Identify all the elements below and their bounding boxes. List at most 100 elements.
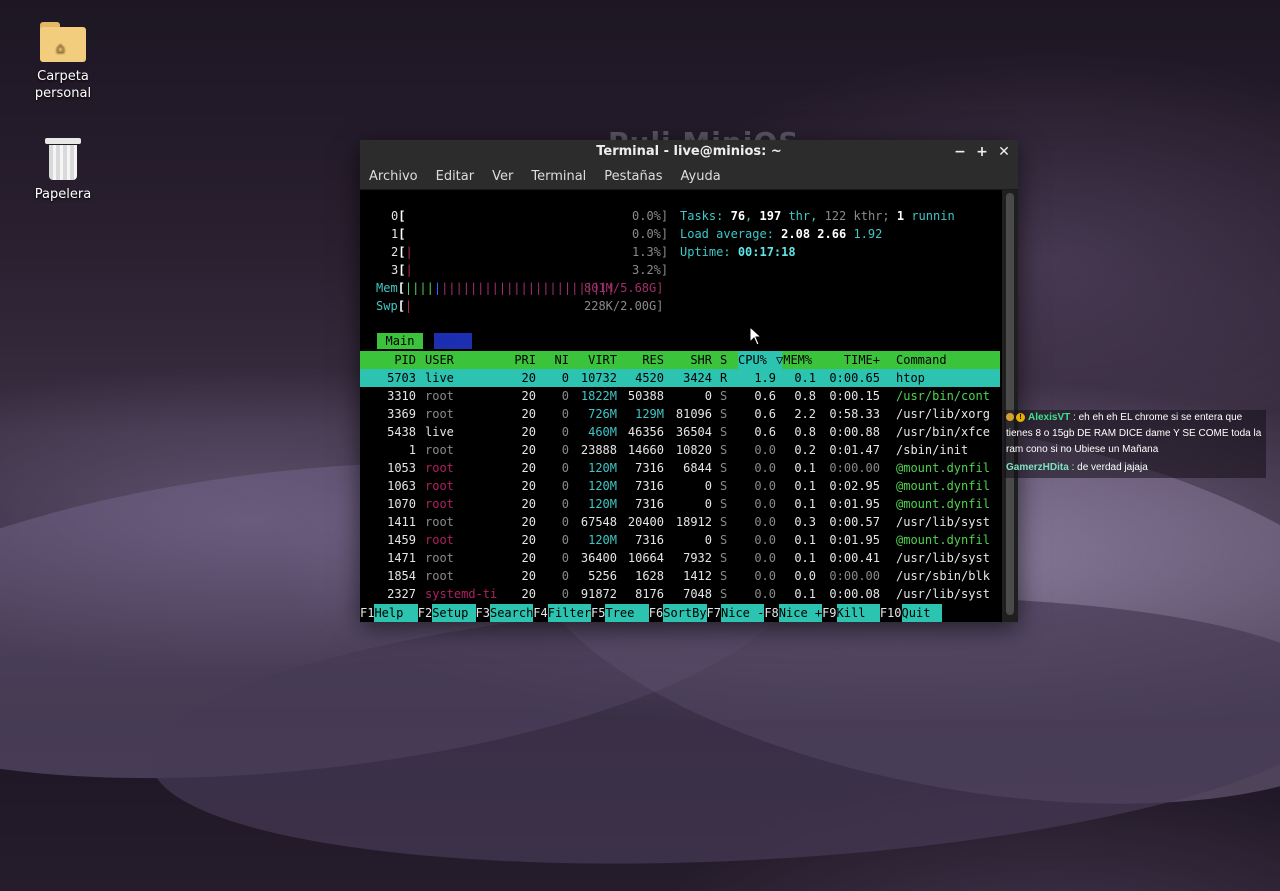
fkey-f5[interactable]: F5Tree	[591, 604, 649, 622]
col-user[interactable]: USER	[425, 351, 454, 369]
cpu-meter-value: 3.2%]	[632, 263, 669, 277]
col-pri[interactable]: PRI	[500, 351, 536, 369]
fkey-f1[interactable]: F1Help	[360, 604, 418, 622]
process-cell-cmd: /usr/bin/xfce	[896, 425, 990, 439]
process-row[interactable]: 1854 root 20 0 5256 1628 1412 S 0.0 0.0 0:00.00/us…	[360, 567, 1000, 585]
process-cell-ni: 0	[561, 569, 569, 583]
process-cell-pid: 1471	[387, 551, 416, 565]
process-cell-mem: 2.2	[794, 407, 816, 421]
col-state[interactable]: S	[720, 351, 727, 369]
process-cell-time: 0:00.00	[829, 461, 880, 475]
process-cell-time: 0:01.95	[829, 497, 880, 511]
process-row[interactable]: 1 root 20 0 23888 14660 10820 S 0.0 0.2 0:01.47/sb…	[360, 441, 1000, 459]
col-res[interactable]: RES	[620, 351, 664, 369]
col-shr[interactable]: SHR	[666, 351, 712, 369]
close-button[interactable]: ✕	[998, 140, 1010, 164]
desktop-icon-home-folder[interactable]: ⌂ Carpeta personal	[13, 22, 113, 102]
process-row[interactable]: 2327 systemd-ti 20 0 91872 8176 7048 S 0.0 0.1 0:0…	[360, 585, 1000, 603]
process-cell-shr: 36504	[675, 425, 712, 439]
process-cell-time: 0:01.95	[829, 533, 880, 547]
terminal-area[interactable]: 0[ 0.0%] 1[ 0.0%] 2[| 1.3%] 3[| 3.2%] Me…	[360, 190, 1002, 622]
fkey-f2[interactable]: F2Setup	[417, 604, 476, 622]
process-cell-cpu: 0.0	[754, 497, 776, 511]
terminal-window[interactable]: Terminal - live@minios: ~ − + ✕ Archivo …	[360, 140, 1018, 622]
menu-archivo[interactable]: Archivo	[369, 169, 418, 184]
desktop-icon-label: Carpeta	[37, 69, 89, 84]
memory-meter-value: 801M/5.68G]	[584, 281, 664, 295]
col-command[interactable]: Command	[896, 351, 947, 369]
process-cell-virt: 120M	[588, 533, 617, 547]
process-cell-cmd: /usr/bin/cont	[896, 389, 990, 403]
menu-editar[interactable]: Editar	[436, 169, 475, 184]
process-row[interactable]: 3369 root 20 0 726M 129M 81096 S 0.6 2.2 0:58.33/u…	[360, 405, 1000, 423]
menu-pestanas[interactable]: Pestañas	[604, 169, 662, 184]
window-titlebar[interactable]: Terminal - live@minios: ~ − + ✕	[360, 140, 1018, 164]
scrollbar-thumb[interactable]	[1006, 193, 1014, 615]
process-cell-pid: 1070	[387, 497, 416, 511]
cpu-meter: 2[|	[391, 245, 413, 259]
process-cell-ni: 0	[561, 551, 569, 565]
minimize-button[interactable]: −	[954, 140, 966, 164]
process-row[interactable]: 1411 root 20 0 67548 20400 18912 S 0.0 0.3 0:00.57…	[360, 513, 1000, 531]
col-mem[interactable]: ▽MEM%	[776, 351, 812, 369]
process-cell-user: root	[425, 497, 454, 511]
process-cell-time: 0:00.08	[829, 587, 880, 601]
process-cell-res: 8176	[635, 587, 664, 601]
process-cell-res: 129M	[635, 407, 664, 421]
process-cell-cpu: 0.6	[754, 425, 776, 439]
fkey-f9[interactable]: F9Kill	[822, 604, 880, 622]
fkey-f3[interactable]: F3Search	[475, 604, 534, 622]
process-row[interactable]: 1459 root 20 0 120M 7316 0 S 0.0 0.1 0:01.95 @mount…	[360, 531, 1000, 549]
process-row[interactable]: 1070 root 20 0 120M 7316 0 S 0.0 0.1 0:01.95 @mount…	[360, 495, 1000, 513]
fkey-label: Nice -	[721, 604, 765, 622]
col-virt[interactable]: VIRT	[574, 351, 617, 369]
fkey-key: F7	[706, 606, 721, 620]
process-cell-cmd: @mount.dynfil	[896, 461, 990, 475]
cpu-meter: 0[	[391, 209, 406, 223]
maximize-button[interactable]: +	[976, 140, 988, 164]
process-cell-pri: 20	[521, 569, 536, 583]
process-cell-mem: 0.2	[794, 443, 816, 457]
subscriber-badge-icon: !	[1016, 412, 1025, 422]
process-cell-time: 0:00.65	[829, 371, 880, 385]
process-cell-pid: 1053	[387, 461, 416, 475]
process-cell-shr: 18912	[675, 515, 712, 529]
fkey-f8[interactable]: F8Nice +	[764, 604, 823, 622]
process-cell-cpu: 0.6	[754, 407, 776, 421]
home-folder-icon: ⌂	[40, 22, 86, 62]
process-cell-res: 7316	[635, 533, 664, 547]
tab-io[interactable]: I/O	[434, 333, 472, 349]
fkey-f7[interactable]: F7Nice -	[706, 604, 765, 622]
process-cell-ni: 0	[561, 371, 569, 385]
process-cell-user: root	[425, 479, 454, 493]
fkey-f10[interactable]: F10Quit	[879, 604, 942, 622]
process-row[interactable]: 1471 root 20 0 36400 10664 7932 S 0.0 0.1 0:00.41 /…	[360, 549, 1000, 567]
process-row[interactable]: 1053 root 20 0 120M 7316 6844 S 0.0 0.1 0:00.00 @mo…	[360, 459, 1000, 477]
process-row[interactable]: 5438 live 20 0 460M 46356 36504 S 0.6 0.8 0:00.88 /…	[360, 423, 1000, 441]
process-row[interactable]: 5703 live 20 0 10732 4520 3424 R 1.9 0.1 0:00.65 ht…	[360, 369, 1000, 387]
col-ni[interactable]: NI	[540, 351, 569, 369]
col-time[interactable]: TIME+	[820, 351, 880, 369]
process-cell-mem: 0.1	[794, 533, 816, 547]
process-cell-cmd: /sbin/init	[896, 443, 969, 457]
scrollbar[interactable]	[1002, 190, 1018, 622]
process-cell-res: 4520	[635, 371, 664, 385]
process-row[interactable]: 3310 root 20 0 1822M 50388 0 S 0.6 0.8 0:00.15/usr…	[360, 387, 1000, 405]
col-pid[interactable]: PID	[360, 351, 416, 369]
process-cell-s: R	[720, 371, 728, 385]
menu-ayuda[interactable]: Ayuda	[681, 169, 721, 184]
menu-terminal[interactable]: Terminal	[531, 169, 586, 184]
process-cell-pri: 20	[521, 479, 536, 493]
desktop-icon-trash[interactable]: Papelera	[13, 138, 113, 203]
menu-ver[interactable]: Ver	[492, 169, 513, 184]
fkey-f4[interactable]: F4Filter	[533, 604, 592, 622]
process-cell-user: root	[425, 515, 454, 529]
fkey-key: F3	[475, 606, 490, 620]
tab-main[interactable]: Main	[377, 333, 423, 349]
process-cell-virt: 36400	[580, 551, 617, 565]
process-row[interactable]: 1063 root 20 0 120M 7316 0 S 0.0 0.1 0:02.95 @mount…	[360, 477, 1000, 495]
process-cell-cpu: 0.0	[754, 551, 776, 565]
process-cell-cmd: @mount.dynfil	[896, 479, 990, 493]
fkey-f6[interactable]: F6SortBy	[648, 604, 707, 622]
process-cell-mem: 0.8	[794, 425, 816, 439]
